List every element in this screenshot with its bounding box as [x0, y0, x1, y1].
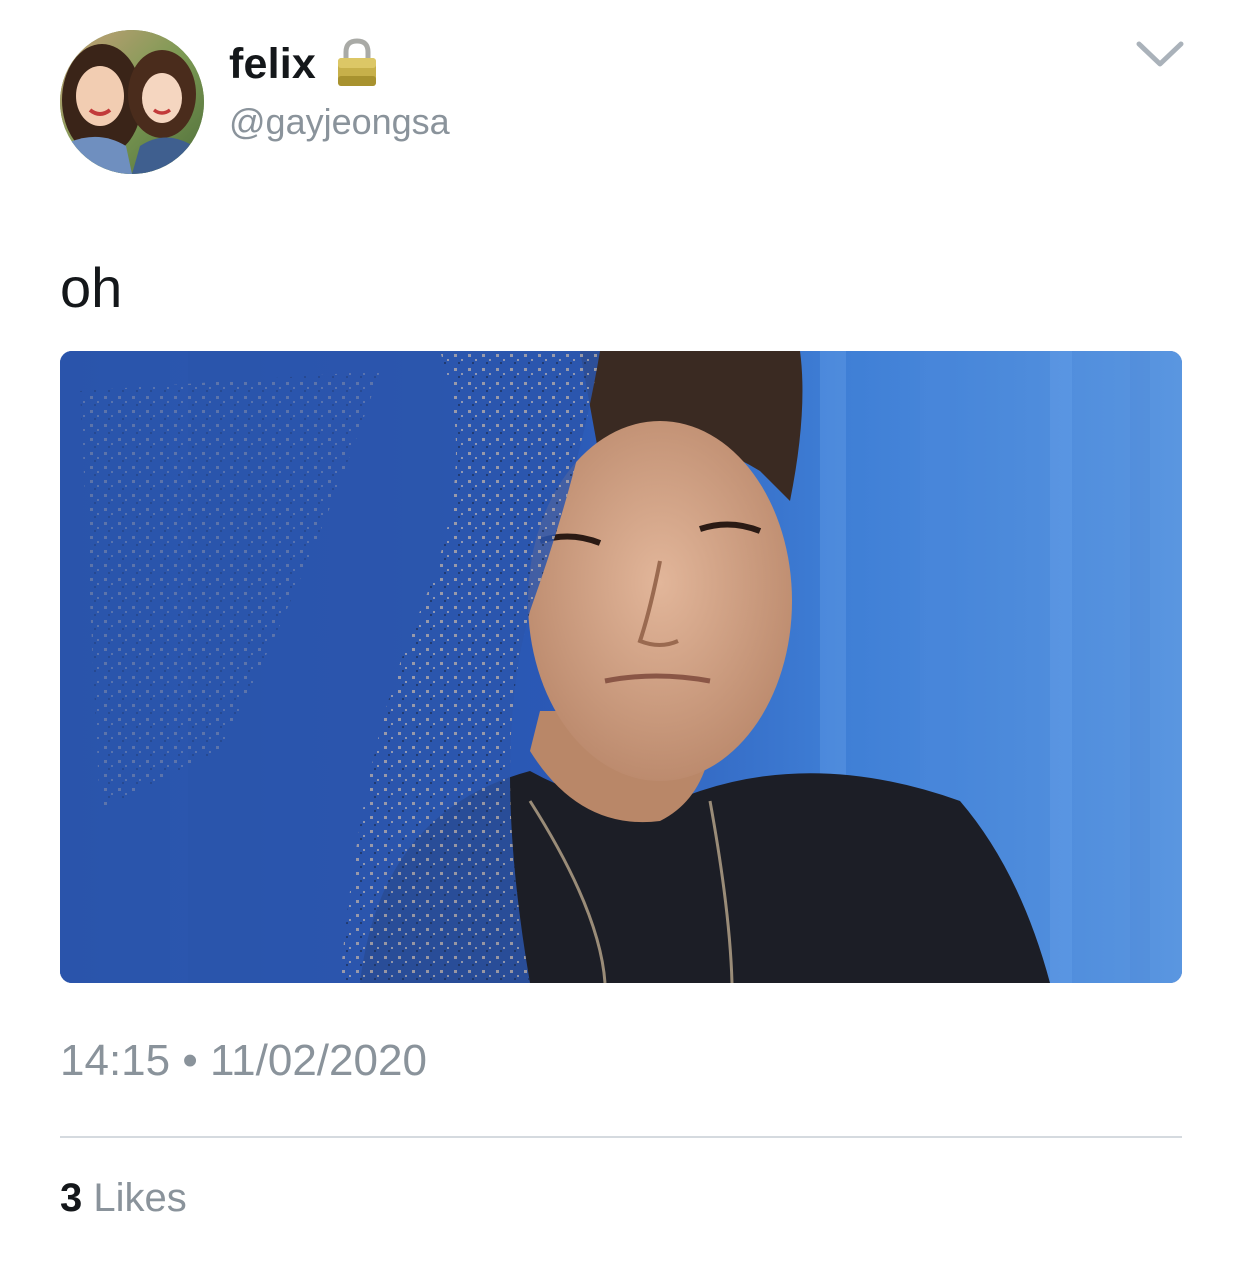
- likes-link[interactable]: 3 Likes: [60, 1174, 187, 1222]
- username[interactable]: @gayjeongsa: [229, 100, 450, 144]
- likes-count: 3: [60, 1176, 83, 1220]
- tweet-photo[interactable]: [60, 351, 1182, 983]
- avatar[interactable]: [60, 30, 204, 174]
- likes-label: Likes: [93, 1176, 187, 1220]
- tweet-timestamp[interactable]: 14:15 • 11/02/2020: [60, 1034, 427, 1088]
- tweet: felix @gayjeongsa oh 14:15 • 11/02/2020 …: [0, 0, 1242, 1276]
- display-name[interactable]: felix: [229, 38, 316, 90]
- avatar-photo: [60, 30, 204, 174]
- chevron-down-icon[interactable]: [1135, 38, 1185, 70]
- tweet-text: oh: [60, 256, 123, 319]
- divider: [60, 1136, 1182, 1138]
- lock-icon: [334, 36, 380, 88]
